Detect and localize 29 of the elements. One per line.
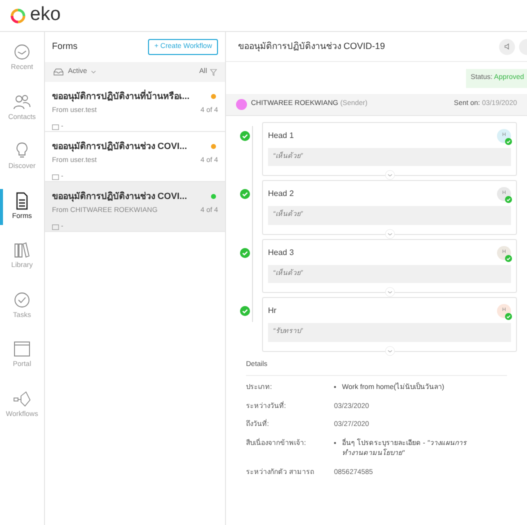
form-title: ขออนุมัติการปฏิบัติงานช่วง COVID-19 — [238, 40, 386, 54]
window-icon[interactable] — [13, 340, 31, 358]
approver-name: Head 1 — [268, 130, 294, 142]
avatar — [236, 98, 247, 110]
calendar-icon — [52, 224, 59, 230]
approved-badge-icon — [505, 138, 512, 144]
flow-icon[interactable] — [13, 390, 31, 408]
approver-name: Hr — [268, 305, 276, 317]
calendar-icon — [52, 124, 59, 130]
form-title: ขออนุมัติการปฏิบัติงานที่บ้านหรือเ... — [52, 90, 190, 104]
check-icon[interactable] — [13, 290, 31, 308]
chevron-down-icon — [91, 70, 96, 74]
form-title: ขออนุมัติการปฏิบัติงานช่วง COVI... — [52, 140, 188, 154]
calendar-icon — [52, 174, 59, 180]
clock-icon[interactable] — [13, 43, 31, 61]
panel-title: Forms — [52, 40, 78, 54]
form-title: ขออนุมัติการปฏิบัติงานช่วง COVI... — [52, 190, 188, 204]
filter-icon — [210, 68, 217, 76]
approved-badge-icon — [505, 313, 512, 320]
books-icon[interactable] — [13, 241, 31, 259]
logo-icon — [10, 8, 26, 24]
approver-name: Head 2 — [268, 188, 294, 200]
inbox-icon — [53, 68, 64, 76]
approved-badge-icon — [505, 196, 512, 203]
approver-name: Head 3 — [268, 246, 294, 258]
speaker-icon[interactable] — [499, 38, 515, 54]
people-icon[interactable] — [13, 92, 31, 110]
approved-badge-icon — [505, 254, 512, 262]
logo-text: eko — [30, 3, 61, 28]
